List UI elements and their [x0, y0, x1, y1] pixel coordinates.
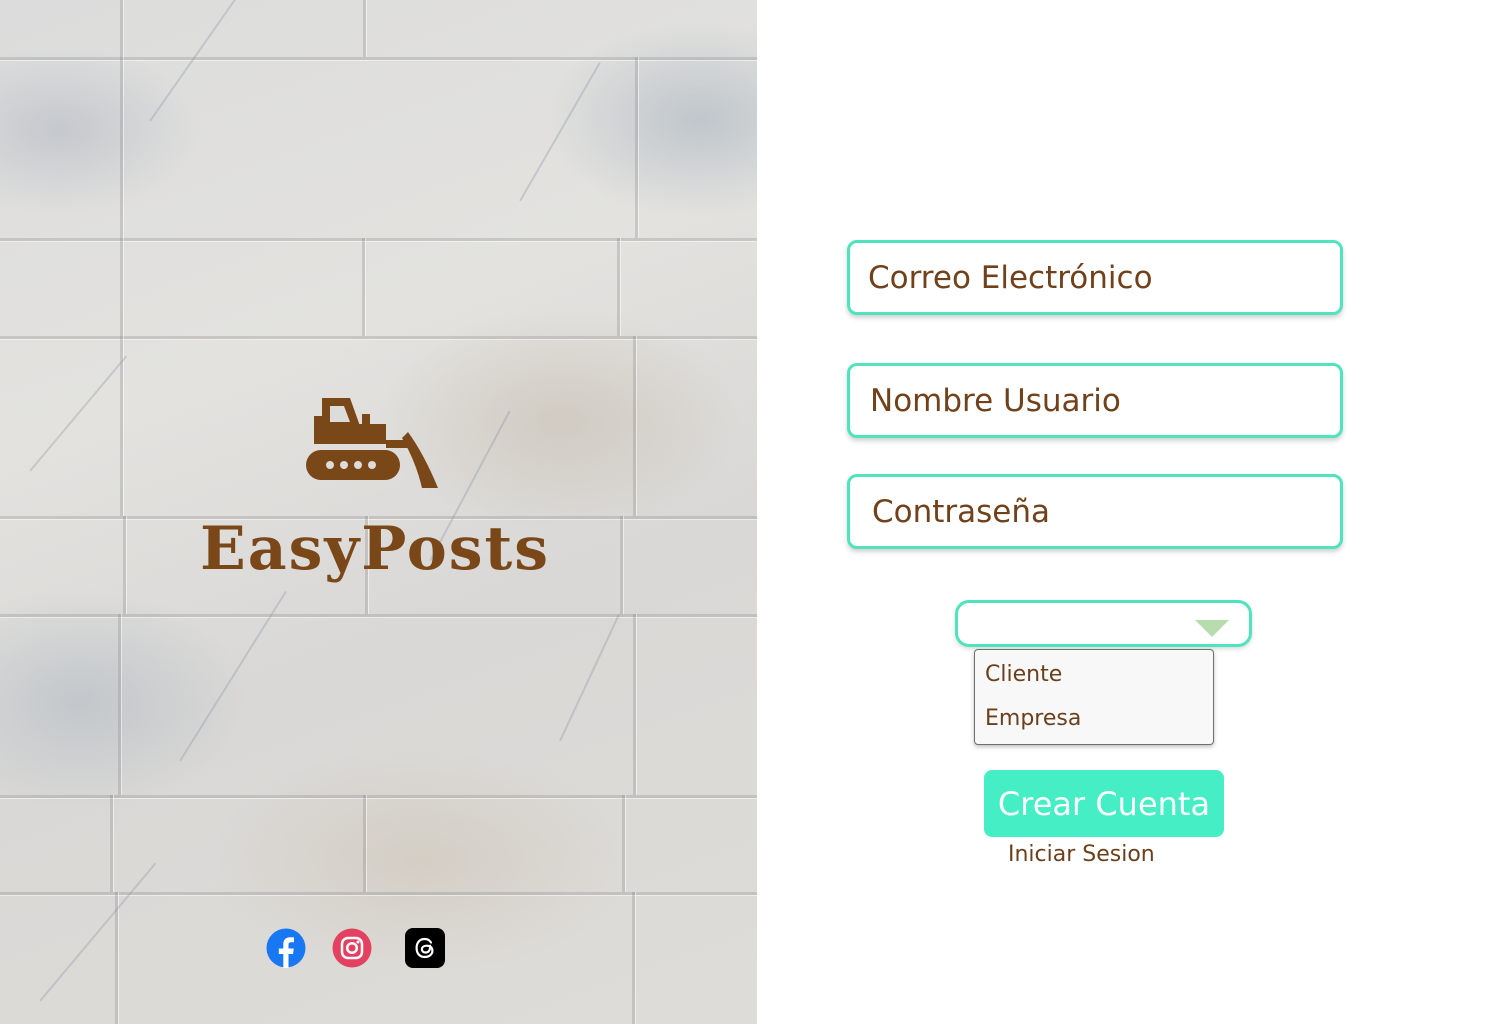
marble-seam: [0, 57, 757, 60]
login-link[interactable]: Iniciar Sesion: [1008, 842, 1155, 867]
marble-seam: [633, 336, 636, 516]
marble-seam: [633, 614, 636, 795]
marble-seam: [120, 0, 123, 57]
marble-vein: [519, 61, 601, 202]
marble-seam: [123, 516, 126, 614]
marble-seam: [120, 238, 123, 336]
instagram-icon[interactable]: [332, 928, 372, 968]
marble-background-panel: EasyPosts: [0, 0, 757, 1024]
marble-seam: [0, 336, 757, 339]
marble-seam: [110, 795, 113, 892]
marble-seam: [363, 795, 366, 892]
marble-seam: [617, 238, 620, 336]
marble-seam: [622, 795, 625, 892]
option-cliente[interactable]: Cliente: [975, 650, 1213, 694]
marble-seam: [0, 614, 757, 617]
account-type-options: Cliente Empresa: [974, 649, 1214, 745]
marble-vein: [29, 355, 128, 472]
marble-seam: [363, 0, 366, 57]
password-input[interactable]: [872, 477, 1340, 546]
username-input[interactable]: [870, 366, 1340, 435]
facebook-icon[interactable]: [266, 928, 306, 968]
marble-seam: [0, 892, 757, 895]
chevron-down-icon[interactable]: [1195, 620, 1229, 637]
marble-seam: [0, 795, 757, 798]
password-field[interactable]: [847, 474, 1343, 549]
email-field[interactable]: [847, 240, 1343, 315]
marble-vein: [559, 613, 621, 742]
marble-seam: [635, 57, 638, 238]
marble-seam: [620, 516, 623, 614]
threads-icon[interactable]: [405, 928, 445, 968]
username-field[interactable]: [847, 363, 1343, 438]
create-account-button[interactable]: Crear Cuenta: [984, 770, 1224, 837]
marble-vein: [39, 862, 157, 1002]
marble-seam: [632, 892, 635, 1024]
brand-name: EasyPosts: [199, 514, 551, 584]
email-input[interactable]: [868, 243, 1340, 312]
option-empresa[interactable]: Empresa: [975, 694, 1213, 738]
marble-vein: [149, 0, 255, 122]
marble-seam: [0, 238, 757, 241]
marble-seam: [118, 614, 121, 795]
bulldozer-icon: [306, 398, 438, 488]
marble-seam: [120, 57, 123, 238]
marble-seam: [362, 238, 365, 336]
account-type-select[interactable]: [955, 600, 1252, 647]
